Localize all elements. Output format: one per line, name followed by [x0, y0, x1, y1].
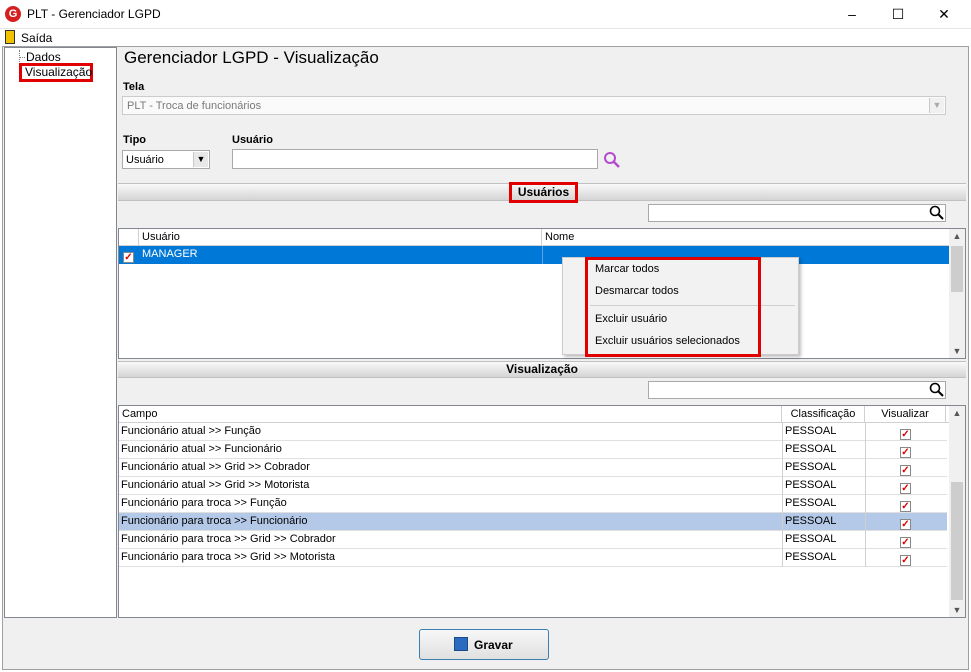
table-row[interactable]: Funcionário para troca >> Grid >> Motori…	[119, 549, 947, 567]
column-divider	[865, 531, 866, 549]
cell-campo: Funcionário atual >> Grid >> Motorista	[121, 479, 310, 491]
column-divider	[782, 513, 783, 531]
app-logo-icon: G	[5, 6, 21, 22]
view-search-input[interactable]	[648, 381, 946, 399]
column-divider	[865, 423, 866, 441]
column-header-campo[interactable]: Campo	[119, 406, 782, 422]
scrollbar-thumb[interactable]	[951, 482, 963, 600]
table-row[interactable]: Funcionário atual >> Função PESSOAL ✓	[119, 423, 947, 441]
cell-classificacao: PESSOAL	[785, 533, 837, 545]
column-divider	[865, 477, 866, 495]
cell-campo: Funcionário atual >> Função	[121, 425, 262, 437]
cell-classificacao: PESSOAL	[785, 551, 837, 563]
tree-item-visualizacao[interactable]: Visualização	[19, 63, 93, 82]
cell-campo: Funcionário para troca >> Funcionário	[121, 515, 308, 527]
cell-usuario: MANAGER	[142, 248, 198, 260]
menu-bar	[0, 29, 971, 46]
column-divider	[782, 477, 783, 495]
view-section-bar: Visualização	[118, 361, 966, 378]
tree-connector-line	[19, 57, 25, 58]
tela-select-value: PLT - Troca de funcionários	[127, 100, 262, 112]
column-divider	[782, 441, 783, 459]
tela-select[interactable]: PLT - Troca de funcionários ▼	[122, 96, 946, 115]
view-grid-header: Campo Classificação Visualizar	[119, 406, 949, 423]
table-row[interactable]: ✓ MANAGER	[119, 246, 949, 264]
view-grid: Campo Classificação Visualizar Funcionár…	[118, 405, 966, 618]
table-row[interactable]: Funcionário atual >> Funcionário PESSOAL ✓	[119, 441, 947, 459]
scrollbar-thumb[interactable]	[951, 246, 963, 292]
tela-label: Tela	[123, 81, 145, 93]
column-divider	[782, 423, 783, 441]
table-row[interactable]: Funcionário atual >> Grid >> Motorista PE…	[119, 477, 947, 495]
tree-item-dados[interactable]: Dados	[26, 50, 61, 64]
cell-campo: Funcionário para troca >> Grid >> Motori…	[121, 551, 335, 563]
chevron-down-icon[interactable]: ▼	[949, 346, 965, 356]
users-grid-scrollbar[interactable]: ▲ ▼	[949, 229, 965, 358]
tipo-select-value: Usuário	[126, 154, 164, 166]
users-search-input[interactable]	[648, 204, 946, 222]
table-row[interactable]: Funcionário para troca >> Funcionário PES…	[119, 513, 947, 531]
chevron-down-icon[interactable]: ▼	[949, 605, 965, 615]
cell-classificacao: PESSOAL	[785, 443, 837, 455]
maximize-button[interactable]: ☐	[875, 0, 921, 29]
chevron-up-icon[interactable]: ▲	[949, 231, 965, 241]
column-divider	[782, 531, 783, 549]
door-exit-icon	[5, 30, 15, 44]
menu-exit[interactable]: Saída	[21, 31, 52, 45]
column-divider	[865, 549, 866, 567]
users-section-title: Usuários	[509, 182, 578, 203]
row-checkbox[interactable]: ✓	[123, 249, 134, 266]
highlight-box	[585, 257, 761, 357]
column-divider	[865, 495, 866, 513]
search-icon[interactable]	[603, 151, 621, 169]
column-divider	[865, 513, 866, 531]
cell-campo: Funcionário para troca >> Função	[121, 497, 287, 509]
close-button[interactable]: ✕	[921, 0, 967, 29]
tipo-label: Tipo	[123, 134, 147, 146]
search-icon[interactable]	[929, 205, 945, 221]
column-divider	[865, 441, 866, 459]
navigation-tree	[4, 47, 117, 618]
table-row[interactable]: Funcionário para troca >> Grid >> Cobrad…	[119, 531, 947, 549]
tipo-select[interactable]: Usuário ▼	[122, 150, 210, 169]
view-section-title: Visualização	[506, 362, 578, 376]
column-divider	[782, 495, 783, 513]
chevron-up-icon[interactable]: ▲	[949, 408, 965, 418]
column-divider	[782, 549, 783, 567]
table-row[interactable]: Funcionário atual >> Grid >> Cobrador PES…	[119, 459, 947, 477]
window-title: PLT - Gerenciador LGPD	[27, 7, 161, 21]
column-header-classificacao[interactable]: Classificação	[782, 406, 865, 422]
view-grid-scrollbar[interactable]: ▲ ▼	[949, 406, 965, 617]
chevron-down-icon[interactable]: ▼	[193, 152, 208, 167]
visualizar-checkbox[interactable]: ✓	[900, 552, 911, 569]
users-grid: Usuário Nome ✓ MANAGER ▲ ▼	[118, 228, 966, 359]
cell-campo: Funcionário atual >> Funcionário	[121, 443, 282, 455]
column-divider	[542, 246, 543, 264]
save-button-label[interactable]: Gravar	[474, 638, 513, 652]
column-divider	[782, 459, 783, 477]
column-divider	[865, 459, 866, 477]
minimize-button[interactable]: –	[829, 0, 875, 29]
cell-campo: Funcionário para troca >> Grid >> Cobrad…	[121, 533, 336, 545]
cell-classificacao: PESSOAL	[785, 461, 837, 473]
usuario-label: Usuário	[232, 134, 273, 146]
chevron-down-icon[interactable]: ▼	[929, 98, 944, 113]
users-grid-corner	[119, 229, 139, 245]
cell-campo: Funcionário atual >> Grid >> Cobrador	[121, 461, 310, 473]
table-row[interactable]: Funcionário para troca >> Função PESSOAL ✓	[119, 495, 947, 513]
floppy-disk-icon	[454, 637, 468, 651]
column-header-nome[interactable]: Nome	[542, 229, 949, 245]
column-header-usuario[interactable]: Usuário	[139, 229, 542, 245]
search-icon[interactable]	[929, 382, 945, 398]
cell-classificacao: PESSOAL	[785, 479, 837, 491]
cell-classificacao: PESSOAL	[785, 497, 837, 509]
page-title: Gerenciador LGPD - Visualização	[124, 48, 379, 67]
usuario-input[interactable]	[232, 149, 598, 169]
cell-classificacao: PESSOAL	[785, 515, 837, 527]
users-grid-header: Usuário Nome	[119, 229, 949, 246]
column-header-visualizar[interactable]: Visualizar	[865, 406, 946, 422]
cell-classificacao: PESSOAL	[785, 425, 837, 437]
